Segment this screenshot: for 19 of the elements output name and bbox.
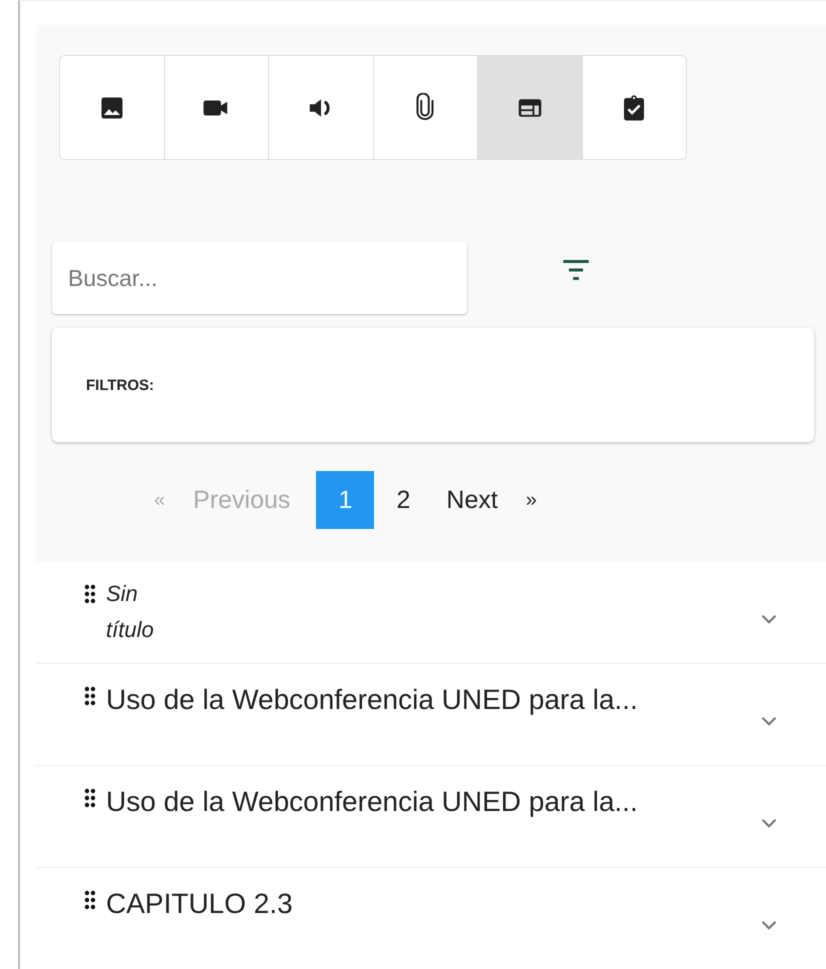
item-title: CAPITULO 2.3 bbox=[106, 887, 294, 921]
drag-handle-icon[interactable] bbox=[84, 584, 96, 604]
next-link[interactable]: Next bbox=[432, 470, 512, 530]
filters-label: FILTROS: bbox=[86, 376, 154, 394]
image-tool-button[interactable] bbox=[60, 56, 164, 159]
layout-tool-button[interactable] bbox=[478, 56, 582, 159]
search-field[interactable]: Buscar... bbox=[52, 242, 467, 314]
list-item[interactable]: CAPITULO 2.3 bbox=[36, 868, 826, 969]
list-item[interactable]: Sin título bbox=[36, 562, 826, 664]
list-item[interactable]: Uso de la Webconferencia UNED para la... bbox=[36, 766, 826, 868]
drag-handle-icon[interactable] bbox=[84, 788, 96, 808]
item-title: Uso de la Webconferencia UNED para la... bbox=[106, 785, 639, 819]
drag-handle-icon[interactable] bbox=[84, 890, 96, 910]
drag-handle-icon[interactable] bbox=[84, 686, 96, 706]
item-title: Sin título bbox=[106, 580, 155, 644]
item-title: Uso de la Webconferencia UNED para la... bbox=[106, 683, 639, 717]
page-link[interactable]: 2 bbox=[374, 471, 432, 529]
list-item[interactable]: Uso de la Webconferencia UNED para la... bbox=[36, 664, 826, 766]
next-arrow-link[interactable]: » bbox=[512, 470, 551, 530]
